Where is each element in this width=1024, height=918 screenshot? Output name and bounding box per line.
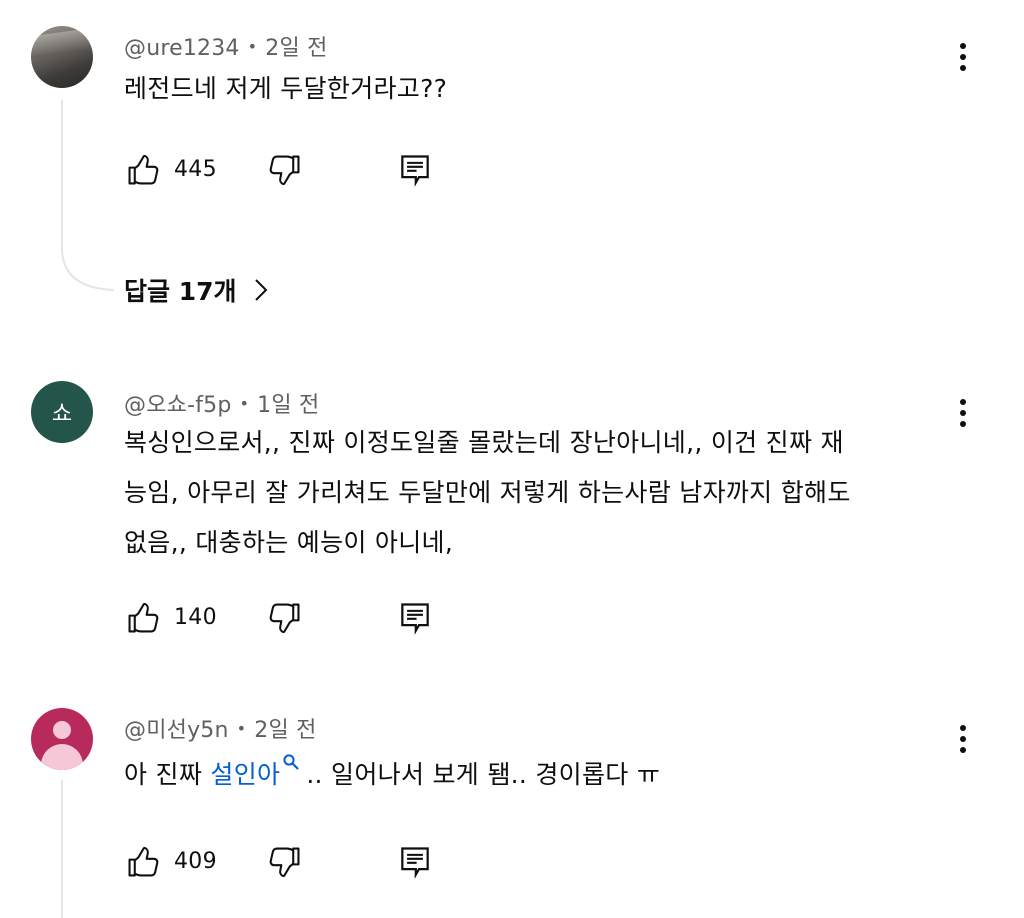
like-button[interactable] [124, 598, 162, 638]
avatar-letter: 쇼 [51, 402, 73, 427]
comment-meta: @오쇼-f5p • 1일 전 [124, 387, 319, 419]
comment-actions: 140 [124, 598, 454, 642]
comment-actions: 409 [124, 842, 454, 886]
avatar[interactable]: 쇼 [31, 381, 93, 443]
avatar[interactable] [31, 708, 93, 770]
comment-time: 2일 전 [265, 36, 328, 61]
comment-actions: 445 [124, 150, 454, 194]
thread-line [61, 100, 63, 250]
comment-text-line: 레전드네 저게 두달한거라고?? [124, 74, 448, 103]
separator-dot: • [239, 394, 250, 413]
view-replies-button[interactable]: 답글 17개 [124, 268, 269, 312]
thumbs-down-icon [269, 603, 300, 634]
default-avatar-icon [53, 721, 71, 739]
comment-text: 복싱인으로서,, 진짜 이정도일줄 몰랐는데 장난아니네,, 이건 진짜 재 능… [124, 418, 954, 568]
comment-time: 1일 전 [257, 393, 320, 418]
search-icon[interactable] [282, 753, 300, 771]
comment-text-before: 아 진짜 [124, 760, 211, 789]
thumbs-up-icon [128, 602, 159, 633]
separator-dot: • [236, 719, 247, 738]
thumbs-down-icon [269, 155, 300, 186]
avatar[interactable] [31, 26, 93, 88]
thread-line [61, 780, 63, 918]
thread-curve [61, 248, 115, 291]
comment-text-line: 능임, 아무리 잘 가리쳐도 두달만에 저렇게 하는사람 남자까지 합해도 [124, 478, 851, 507]
dislike-button[interactable] [266, 598, 304, 638]
reply-button[interactable] [396, 598, 434, 638]
like-button[interactable] [124, 150, 162, 190]
comment-time: 2일 전 [254, 718, 317, 743]
comment-text: 레전드네 저게 두달한거라고?? [124, 64, 954, 114]
comment-text-after: .. 일어나서 보게 됌.. 경이롭다 ㅠ [306, 760, 661, 789]
chevron-right-icon [254, 279, 267, 301]
search-link[interactable]: 설인아 [210, 760, 280, 789]
reply-button[interactable] [396, 150, 434, 190]
author-name[interactable]: @ure1234 [124, 36, 240, 61]
thumbs-up-icon [128, 846, 159, 877]
author-name[interactable]: @미선y5n [124, 718, 229, 743]
dislike-button[interactable] [266, 842, 304, 882]
comment-text-line: 없음,, 대충하는 예능이 아니네, [124, 528, 454, 557]
reply-comment-icon [401, 847, 429, 879]
comment-text-line: 복싱인으로서,, 진짜 이정도일줄 몰랐는데 장난아니네,, 이건 진짜 재 [124, 428, 844, 457]
comment-text: 아 진짜 설인아 .. 일어나서 보게 됌.. 경이롭다 ㅠ [124, 750, 954, 800]
comment-meta: @미선y5n • 2일 전 [124, 712, 317, 744]
comment-meta: @ure1234 • 2일 전 [124, 30, 328, 62]
more-vertical-icon [960, 399, 966, 405]
separator-dot: • [247, 37, 258, 56]
like-count: 140 [174, 605, 217, 630]
more-vertical-icon [960, 43, 966, 49]
author-name[interactable]: @오쇼-f5p [124, 393, 232, 418]
thumbs-up-icon [128, 154, 159, 185]
thumbs-down-icon [269, 847, 300, 878]
reply-comment-icon [401, 155, 429, 187]
reply-comment-icon [401, 603, 429, 635]
reply-button[interactable] [396, 842, 434, 882]
replies-label: 답글 17개 [124, 277, 237, 306]
dislike-button[interactable] [266, 150, 304, 190]
like-count: 445 [174, 157, 217, 182]
more-vertical-icon [960, 725, 966, 731]
like-count: 409 [174, 849, 217, 874]
like-button[interactable] [124, 842, 162, 882]
